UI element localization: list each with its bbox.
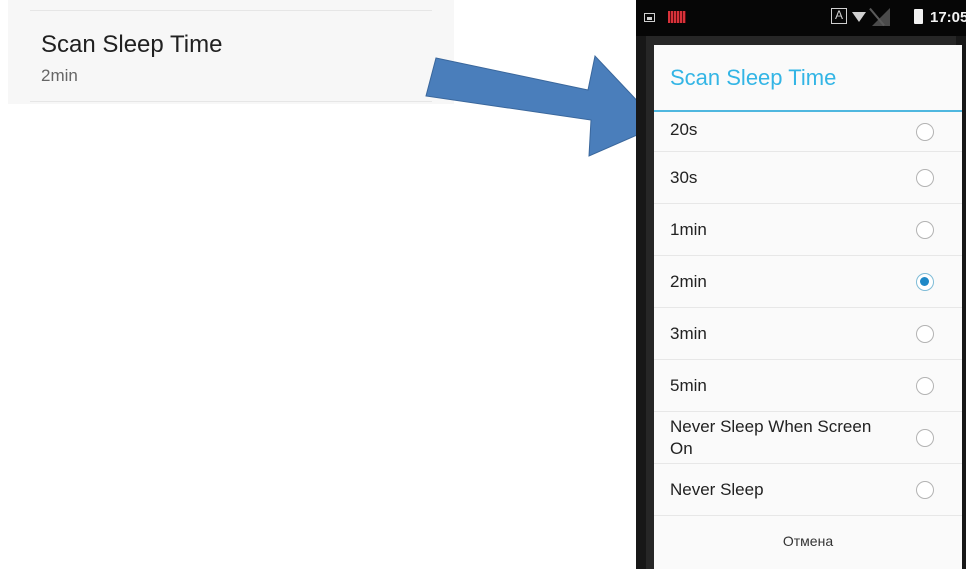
option-label: Never Sleep: [670, 480, 764, 499]
divider: [30, 101, 432, 102]
radio-button[interactable]: [916, 481, 934, 499]
option-label: 20s: [670, 120, 698, 139]
battery-icon: [914, 9, 923, 24]
option-30s[interactable]: 30s: [654, 152, 962, 203]
dialog-title: Scan Sleep Time: [670, 65, 837, 90]
option-never-sleep-when-screen-on[interactable]: Never Sleep When Screen On: [654, 412, 962, 463]
radio-button[interactable]: [916, 429, 934, 447]
phone-screen: A 17:05 Scan Sleep Time 20s 30s 1min 2mi…: [636, 0, 966, 569]
option-label: 2min: [670, 272, 707, 291]
barcode-icon: [668, 11, 686, 23]
wifi-icon: [852, 12, 866, 22]
image-icon: [644, 13, 655, 22]
option-label: 1min: [670, 220, 707, 239]
radio-button-selected[interactable]: [916, 273, 934, 291]
status-time: 17:05: [930, 9, 966, 26]
radio-button[interactable]: [916, 325, 934, 343]
scan-sleep-time-setting[interactable]: Scan Sleep Time 2min: [8, 0, 454, 104]
scan-sleep-time-dialog: Scan Sleep Time 20s 30s 1min 2min 3min 5…: [654, 45, 962, 569]
option-5min[interactable]: 5min: [654, 360, 962, 411]
option-label: 30s: [670, 168, 698, 187]
radio-button[interactable]: [916, 123, 934, 141]
radio-button[interactable]: [916, 377, 934, 395]
radio-button[interactable]: [916, 221, 934, 239]
divider: [30, 10, 432, 11]
status-bar: A 17:05: [636, 0, 966, 36]
setting-title: Scan Sleep Time: [41, 31, 223, 58]
radio-button[interactable]: [916, 169, 934, 187]
option-20s[interactable]: 20s: [654, 112, 962, 151]
option-1min[interactable]: 1min: [654, 204, 962, 255]
setting-value: 2min: [41, 66, 78, 85]
auto-a-icon: A: [831, 8, 847, 24]
cancel-button[interactable]: Отмена: [654, 516, 962, 569]
option-label: Never Sleep When Screen On: [670, 417, 872, 458]
option-label: 5min: [670, 376, 707, 395]
option-3min[interactable]: 3min: [654, 308, 962, 359]
option-never-sleep[interactable]: Never Sleep: [654, 464, 962, 515]
arrow-icon: [425, 54, 660, 157]
option-label: 3min: [670, 324, 707, 343]
option-2min[interactable]: 2min: [654, 256, 962, 307]
